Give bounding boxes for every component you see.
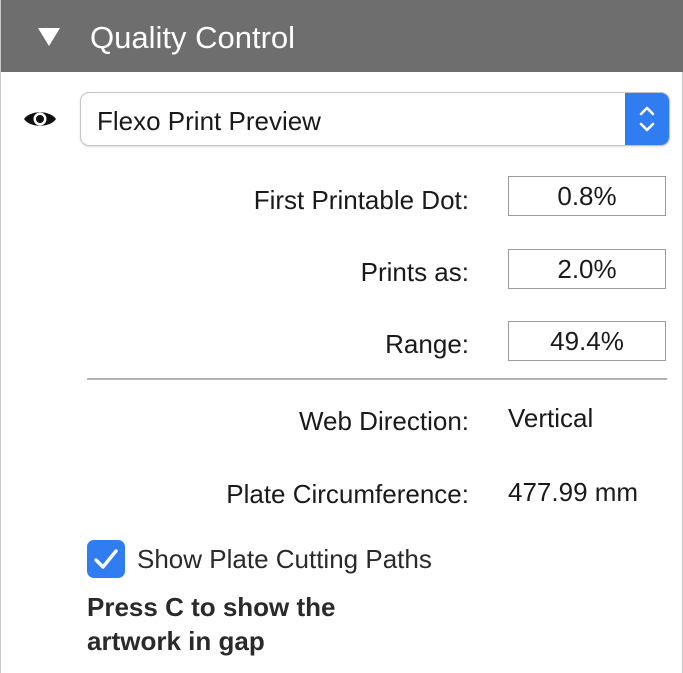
first-printable-dot-field[interactable]: 0.8% xyxy=(508,176,666,216)
web-direction-label: Web Direction: xyxy=(298,406,469,436)
plate-circumference-label: Plate Circumference: xyxy=(226,479,469,509)
web-direction-value: Vertical xyxy=(508,403,594,433)
quality-control-panel: Quality Control Flexo Print Preview Firs… xyxy=(0,0,683,673)
up-down-chevron-icon[interactable] xyxy=(625,93,669,145)
disclosure-triangle-icon[interactable] xyxy=(38,28,60,46)
prints-as-field[interactable]: 2.0% xyxy=(508,249,666,289)
show-plate-cutting-paths-label[interactable]: Show Plate Cutting Paths xyxy=(137,545,432,573)
preview-mode-select[interactable]: Flexo Print Preview xyxy=(80,92,670,146)
preview-mode-value: Flexo Print Preview xyxy=(97,106,321,136)
panel-header[interactable]: Quality Control xyxy=(1,0,683,72)
checkmark-icon xyxy=(94,549,118,569)
gap-hint-line-2: artwork in gap xyxy=(87,626,265,656)
first-printable-dot-label: First Printable Dot: xyxy=(253,185,469,215)
gap-hint-text: Press C to show the artwork in gap xyxy=(87,590,336,658)
section-divider xyxy=(87,378,667,380)
plate-circumference-value: 477.99 mm xyxy=(508,477,639,507)
range-label: Range: xyxy=(385,329,469,359)
range-field[interactable]: 49.4% xyxy=(508,321,666,361)
eye-icon[interactable] xyxy=(23,108,57,130)
gap-hint-line-1: Press C to show the xyxy=(87,592,336,622)
prints-as-label: Prints as: xyxy=(360,257,469,287)
panel-title: Quality Control xyxy=(90,20,296,55)
show-plate-cutting-paths-checkbox[interactable] xyxy=(87,540,125,578)
